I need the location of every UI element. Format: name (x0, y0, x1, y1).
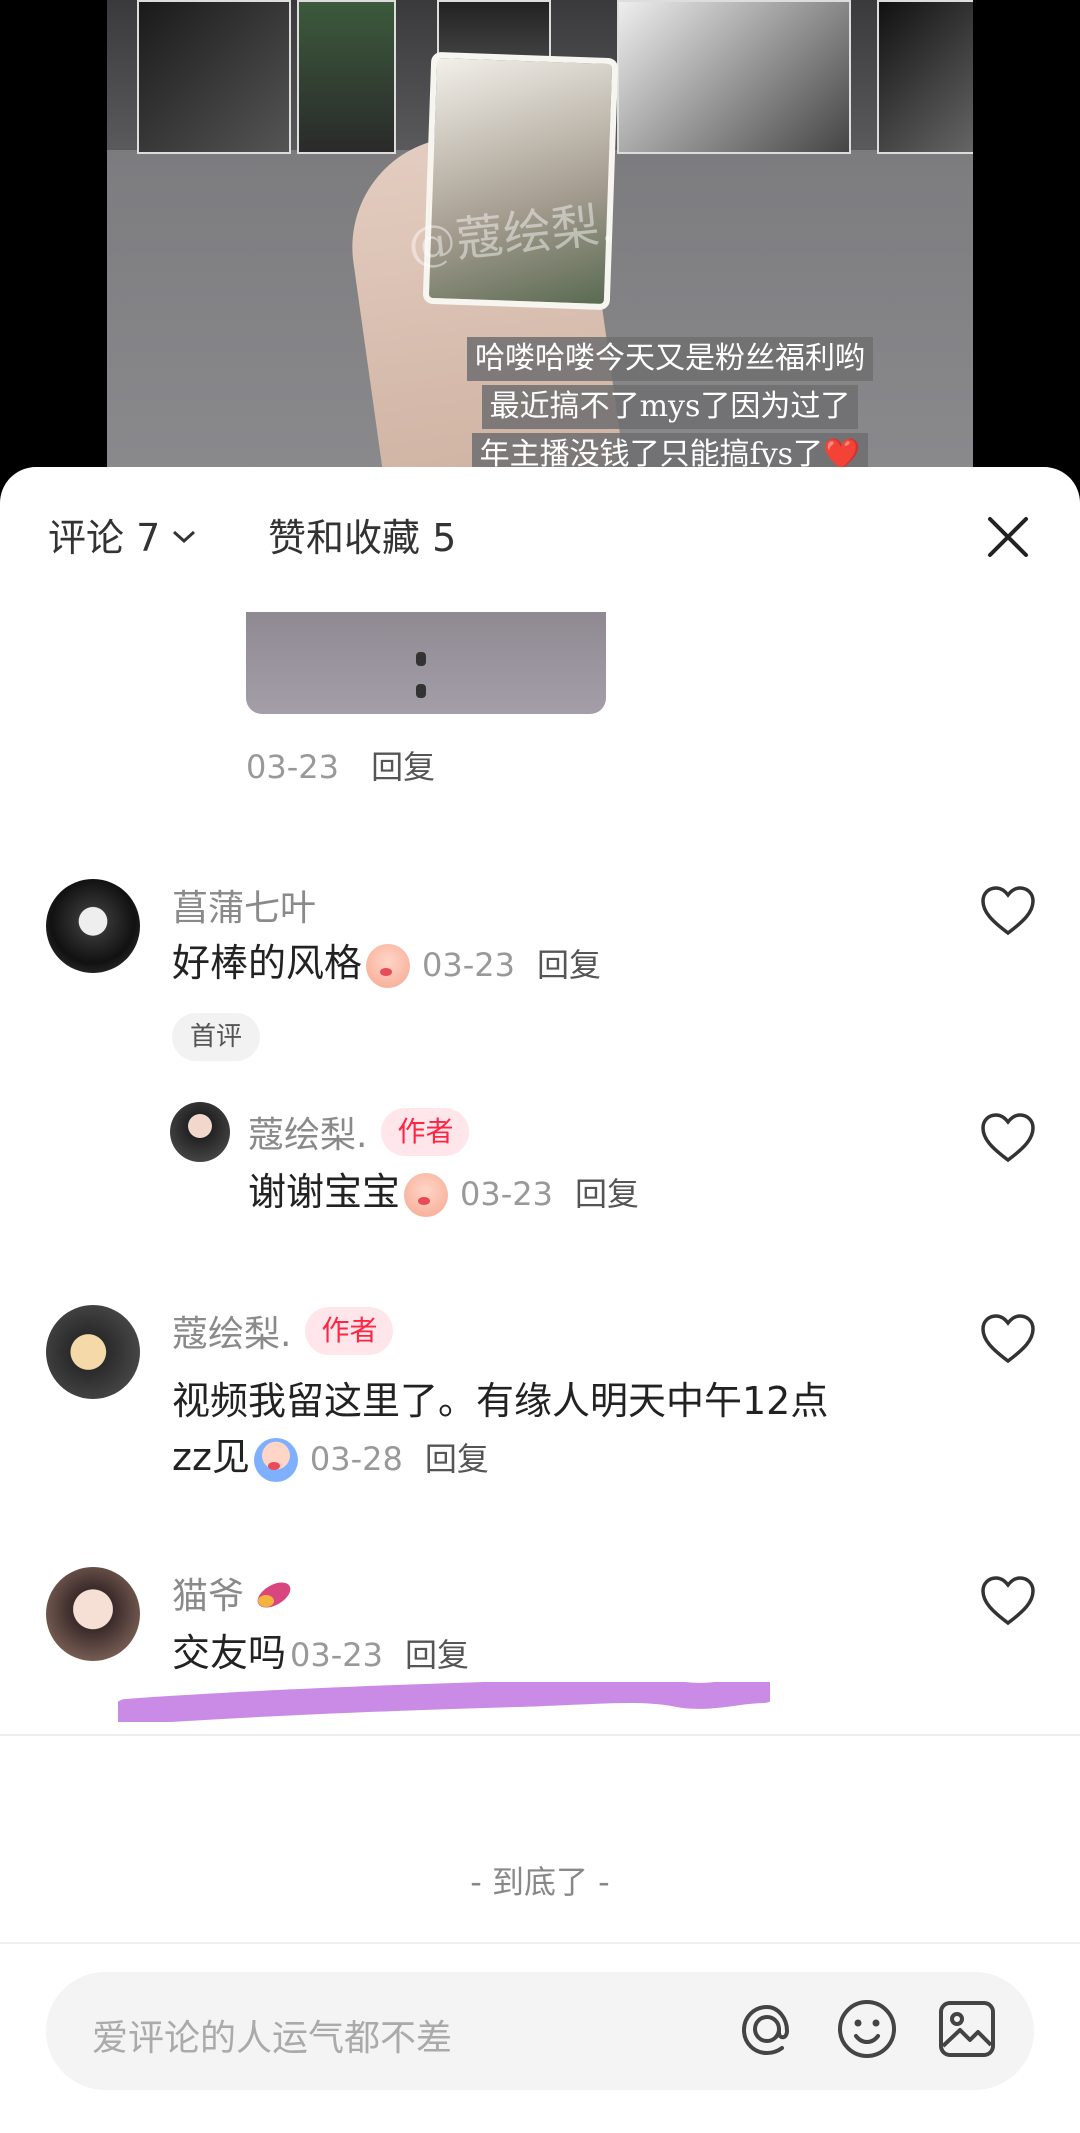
at-mention-icon[interactable] (734, 1996, 800, 2062)
highlight-underline (118, 1682, 770, 1722)
emoji-icon[interactable] (834, 1996, 900, 2062)
username-text: 蔻绘梨. (172, 1314, 292, 1355)
comments-sheet: 评论 7 赞和收藏 5 03-23 回复 菖蒲七叶 好棒的风格 03-23 回复 (0, 467, 1080, 2133)
divider (0, 1734, 1080, 1736)
reply-button[interactable]: 回复 (425, 1440, 489, 1478)
emoji-icon (366, 943, 411, 988)
reply-button[interactable]: 回复 (575, 1175, 639, 1213)
poster (297, 0, 396, 154)
avatar[interactable] (46, 1567, 140, 1661)
comment-body-line: zz见 (172, 1435, 250, 1479)
comment-body: 交友吗 (172, 1631, 287, 1675)
comment-body: 好棒的风格 (172, 941, 363, 985)
tab-likes-collects[interactable]: 赞和收藏 5 (268, 515, 456, 561)
chevron-down-icon (170, 515, 198, 561)
close-button[interactable] (978, 507, 1038, 567)
avatar[interactable] (46, 879, 140, 973)
poster (137, 0, 291, 154)
comment-input-bar: 爱评论的人运气都不差 (0, 1942, 1080, 2133)
reply-button[interactable]: 回复 (371, 748, 435, 786)
username-text: 菖蒲七叶 (172, 888, 317, 929)
comment-text: 视频我留这里了。有缘人明天中午12点 zz见 03-28 回复 (172, 1373, 828, 1487)
comment-body: 谢谢宝宝 (248, 1170, 401, 1214)
first-comment-tag: 首评 (172, 1013, 261, 1061)
avatar[interactable] (170, 1102, 230, 1162)
emoji-icon (253, 1437, 298, 1482)
photo-card (422, 51, 619, 311)
comment-username[interactable]: 猫爷 (172, 1567, 296, 1619)
comment-username[interactable]: 菖蒲七叶 (172, 879, 316, 931)
reply-button[interactable]: 回复 (537, 946, 601, 984)
image-detail (416, 684, 426, 698)
comment-input[interactable]: 爱评论的人运气都不差 (46, 1972, 1034, 2090)
video-player[interactable]: @蔻绘梨. 哈喽哈喽今天又是粉丝福利哟 最近搞不了mys了因为过了 年主播没钱了… (0, 0, 1080, 480)
image-icon[interactable] (934, 1996, 1000, 2062)
poster (877, 0, 973, 154)
tab-likes-label: 赞和收藏 5 (268, 516, 457, 560)
tab-comments[interactable]: 评论 7 (48, 515, 198, 561)
author-badge: 作者 (381, 1108, 470, 1156)
comment-text: 好棒的风格 03-23 回复 (172, 935, 601, 993)
like-heart-icon[interactable] (980, 885, 1036, 937)
comment-username[interactable]: 蔻绘梨. 作者 (172, 1305, 394, 1357)
comment-text: 谢谢宝宝 03-23 回复 (248, 1164, 639, 1222)
comment-image[interactable] (246, 612, 606, 714)
like-heart-icon[interactable] (980, 1112, 1036, 1164)
video-caption: 哈喽哈喽今天又是粉丝福利哟 最近搞不了mys了因为过了 年主播没钱了只能搞fys… (400, 335, 940, 479)
sheet-tabs: 评论 7 赞和收藏 5 (0, 467, 1080, 607)
author-badge: 作者 (305, 1307, 394, 1355)
emoji-icon (404, 1172, 449, 1217)
like-heart-icon[interactable] (980, 1575, 1036, 1627)
caption-line: 最近搞不了mys了因为过了 (481, 385, 859, 429)
end-of-list-text: - 到底了 - (470, 1863, 610, 1901)
avatar[interactable] (46, 1305, 140, 1399)
poster (617, 0, 851, 154)
comment-date: 03-23 (422, 946, 515, 984)
comment-text: 交友吗 03-23 回复 (172, 1625, 469, 1683)
image-detail (416, 652, 426, 666)
comment-meta: 03-23 回复 (246, 742, 435, 788)
tab-comments-label: 评论 7 (48, 516, 161, 560)
comment-date: 03-23 (290, 1636, 383, 1674)
comment-date: 03-23 (246, 748, 339, 786)
reply-button[interactable]: 回复 (405, 1636, 469, 1674)
like-heart-icon[interactable] (980, 1313, 1036, 1365)
comment-date: 03-23 (460, 1175, 553, 1213)
comment-body-line: 视频我留这里了。有缘人明天中午12点 (172, 1379, 829, 1423)
username-text: 蔻绘梨. (248, 1115, 368, 1156)
username-text: 猫爷 (172, 1576, 245, 1617)
comment-username[interactable]: 蔻绘梨. 作者 (248, 1106, 470, 1158)
caption-line: 哈喽哈喽今天又是粉丝福利哟 (467, 337, 873, 381)
sweet-potato-icon (257, 1582, 291, 1608)
comment-input-placeholder: 爱评论的人运气都不差 (92, 2018, 453, 2059)
comment-date: 03-28 (309, 1440, 403, 1478)
close-icon (988, 517, 1028, 557)
